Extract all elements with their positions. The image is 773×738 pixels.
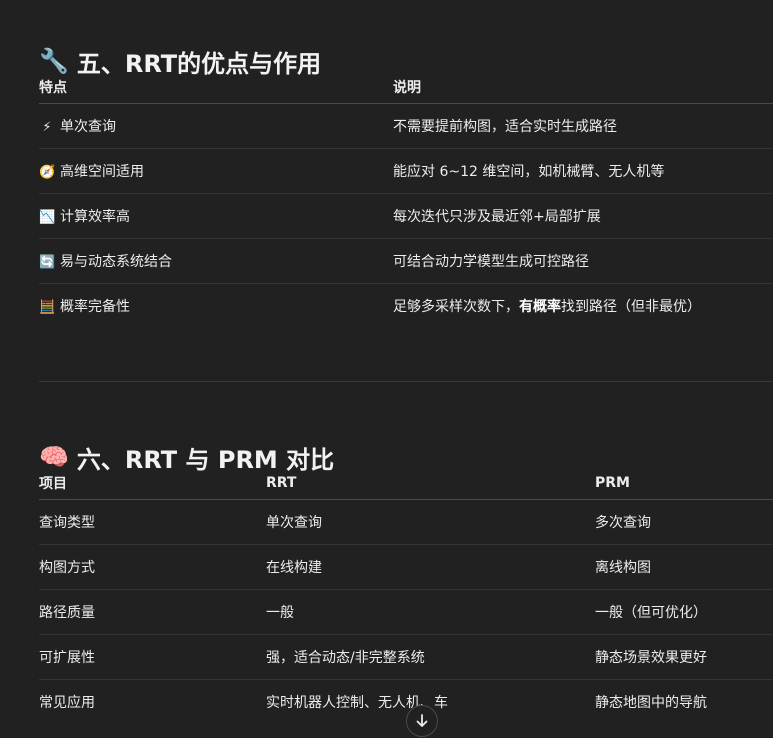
feature-cell: 🧭 高维空间适用 <box>39 148 393 194</box>
description-cell: 能应对 6~12 维空间，如机械臂、无人机等 <box>393 148 773 194</box>
table-header-row: 特点 说明 <box>39 70 773 104</box>
table-row: 路径质量 一般 一般（但可优化） <box>39 589 773 635</box>
feature-label: 概率完备性 <box>60 299 130 315</box>
feature-label: 易与动态系统结合 <box>60 254 172 270</box>
chat-content: 🔧 五、RRT的优点与作用 特点 说明 ⚡ 单次查询 不需要提前构图，适合实时生成… <box>0 0 773 738</box>
description-text: 足够多采样次数下， <box>393 299 519 315</box>
table-cell: 路径质量 <box>39 589 266 635</box>
feature-cell: ⚡ 单次查询 <box>39 103 393 149</box>
advantages-table: 特点 说明 ⚡ 单次查询 不需要提前构图，适合实时生成路径 🧭 高维空间适用 能应对… <box>39 70 773 328</box>
table-row: 🧭 高维空间适用 能应对 6~12 维空间，如机械臂、无人机等 <box>39 148 773 194</box>
table-cell: 一般 <box>266 589 595 635</box>
table-header-row: 项目 RRT PRM <box>39 466 773 500</box>
feature-label: 高维空间适用 <box>60 164 144 180</box>
feature-cell: 🔄 易与动态系统结合 <box>39 238 393 284</box>
description-cell: 不需要提前构图，适合实时生成路径 <box>393 103 773 149</box>
table-row: ⚡ 单次查询 不需要提前构图，适合实时生成路径 <box>39 103 773 149</box>
arrow-down-icon <box>416 714 428 727</box>
bold-text: 有概率 <box>519 299 561 315</box>
chart-icon: 📉 <box>39 210 56 225</box>
feature-cell: 📉 计算效率高 <box>39 193 393 239</box>
table-cell: 强，适合动态/非完整系统 <box>266 634 595 680</box>
column-header: PRM <box>595 466 773 500</box>
description-cell: 可结合动力学模型生成可控路径 <box>393 238 773 284</box>
column-header: 特点 <box>39 70 393 104</box>
feature-cell: 🧮 概率完备性 <box>39 284 393 329</box>
comparison-table: 项目 RRT PRM 查询类型 单次查询 多次查询 构图方式 在线构建 离线构图… <box>39 466 773 724</box>
table-row: 查询类型 单次查询 多次查询 <box>39 499 773 545</box>
column-header: RRT <box>266 466 595 500</box>
column-header: 说明 <box>393 70 773 104</box>
table-cell: 可扩展性 <box>39 634 266 680</box>
scroll-to-bottom-button[interactable] <box>406 705 438 737</box>
table-cell: 离线构图 <box>595 544 773 590</box>
abacus-icon: 🧮 <box>39 300 56 315</box>
table-cell: 一般（但可优化） <box>595 589 773 635</box>
description-cell: 足够多采样次数下，有概率找到路径（但非最优） <box>393 284 773 329</box>
feature-label: 单次查询 <box>60 119 116 135</box>
table-row: 可扩展性 强，适合动态/非完整系统 静态场景效果更好 <box>39 634 773 680</box>
table-cell: 多次查询 <box>595 499 773 545</box>
table-row: 📉 计算效率高 每次迭代只涉及最近邻+局部扩展 <box>39 193 773 239</box>
table-row: 🧮 概率完备性 足够多采样次数下，有概率找到路径（但非最优） <box>39 284 773 329</box>
table-cell: 静态场景效果更好 <box>595 634 773 680</box>
table-cell: 常见应用 <box>39 695 95 711</box>
table-cell: 在线构建 <box>266 544 595 590</box>
table-row: 构图方式 在线构建 离线构图 <box>39 544 773 590</box>
table-cell: 单次查询 <box>266 499 595 545</box>
column-header: 项目 <box>39 466 266 500</box>
table-cell: 查询类型 <box>39 499 266 545</box>
compass-icon: 🧭 <box>39 165 56 180</box>
table-cell: 构图方式 <box>39 544 266 590</box>
description-text: 找到路径（但非最优） <box>561 299 701 315</box>
description-cell: 每次迭代只涉及最近邻+局部扩展 <box>393 193 773 239</box>
table-cell: 静态地图中的导航 <box>595 695 707 711</box>
table-row: 🔄 易与动态系统结合 可结合动力学模型生成可控路径 <box>39 238 773 284</box>
lightning-icon: ⚡ <box>42 120 52 135</box>
section-divider <box>39 381 773 382</box>
feature-label: 计算效率高 <box>60 209 130 225</box>
cycle-icon: 🔄 <box>39 255 56 270</box>
